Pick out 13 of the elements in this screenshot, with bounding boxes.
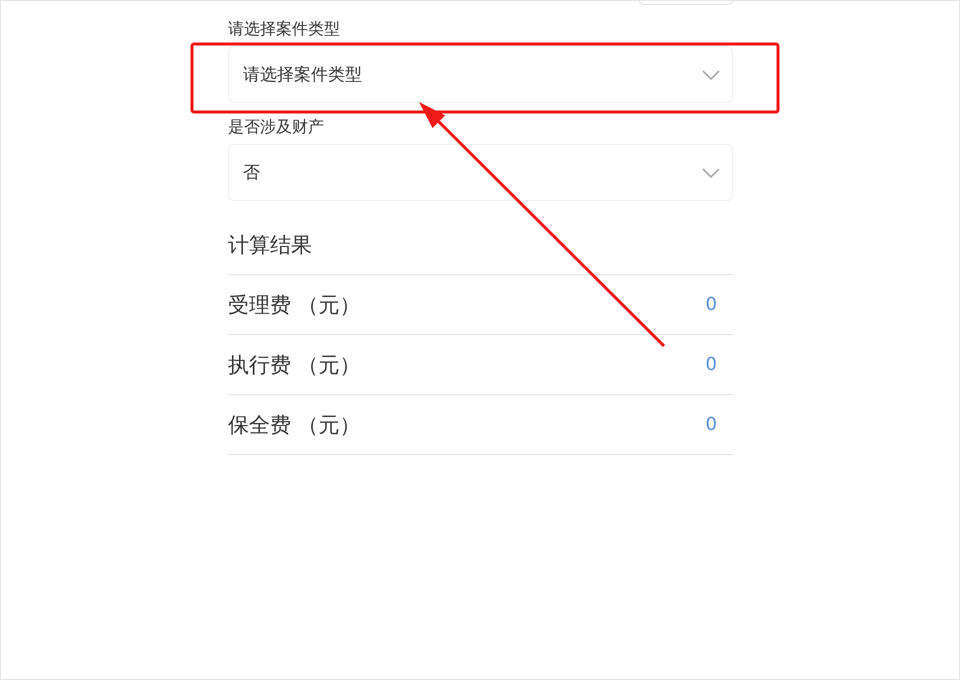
fee-label: 保全费 （元） — [228, 412, 361, 438]
fee-label: 受理费 （元） — [228, 292, 361, 318]
field-label: 是否涉及财产 — [228, 117, 324, 137]
fee-value: 0 — [706, 414, 717, 435]
fee-value: 0 — [706, 294, 717, 315]
section-title: 计算结果 — [228, 232, 312, 259]
chevron-down-icon — [702, 70, 720, 80]
field-label: 请选择案件类型 — [228, 19, 340, 39]
chevron-down-icon — [702, 168, 720, 178]
select-field[interactable]: 否 — [228, 144, 733, 201]
fee-value: 0 — [706, 354, 717, 375]
fee-label: 执行费 （元） — [228, 352, 361, 378]
select-field[interactable]: 请选择案件类型 — [228, 46, 733, 103]
